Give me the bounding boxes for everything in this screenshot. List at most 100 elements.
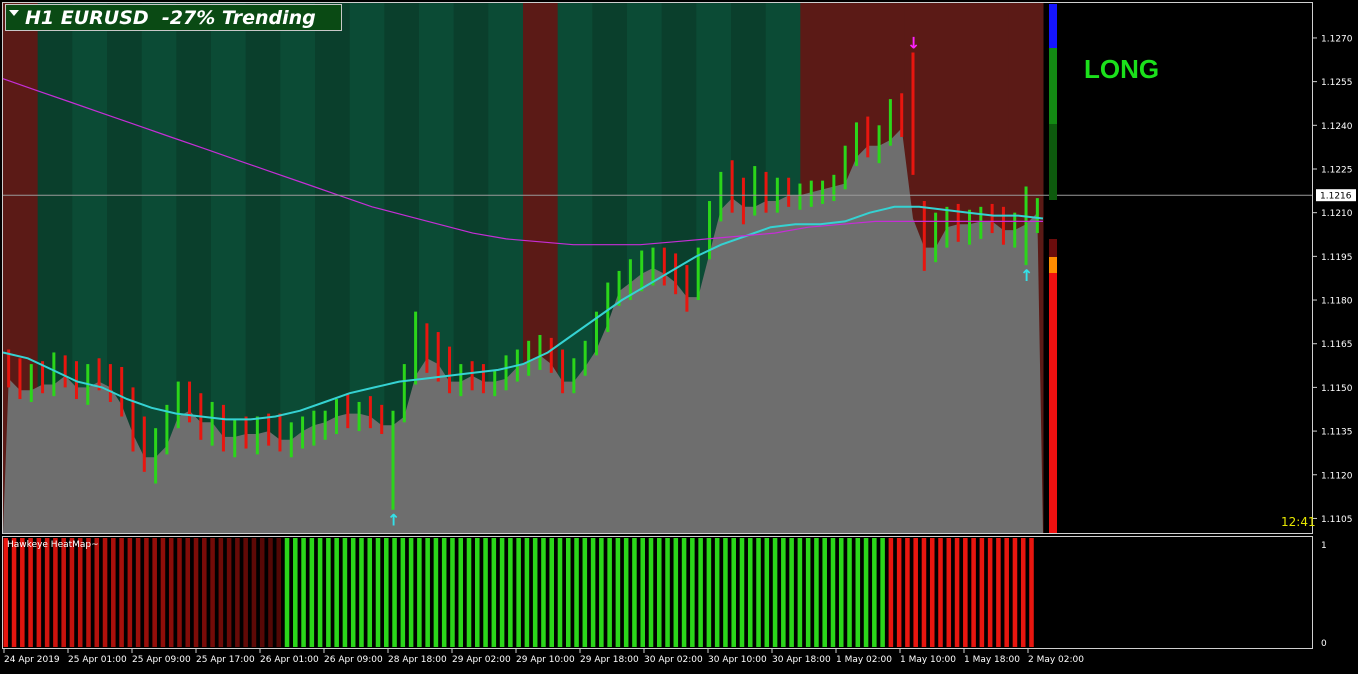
heatmap-bar-red bbox=[218, 538, 224, 647]
indicator-label: Hawkeye HeatMap~ bbox=[7, 540, 99, 550]
heatmap-bar-green bbox=[632, 538, 637, 647]
meter-green-segment bbox=[1049, 48, 1057, 124]
heatmap-bar-green bbox=[408, 538, 414, 647]
heatmap-bar-green bbox=[656, 538, 662, 647]
heatmap-bar-green bbox=[359, 538, 364, 647]
heatmap-bar-green bbox=[466, 538, 472, 647]
y-tick-label: 1.1270 bbox=[1321, 34, 1353, 44]
chart-title: H1 EURUSD -27% Trending bbox=[25, 6, 316, 29]
heatmap-bar-red bbox=[905, 538, 910, 647]
heatmap-bar-red bbox=[946, 538, 952, 647]
heatmap-bar-green bbox=[284, 538, 290, 647]
heatmap-bar-red bbox=[36, 538, 42, 647]
signal-label: LONG bbox=[1084, 54, 1160, 84]
heatmap-bar-green bbox=[384, 538, 389, 647]
y-tick-label: 1.1255 bbox=[1321, 78, 1353, 88]
heatmap-bar-red bbox=[888, 538, 894, 647]
heatmap-bar-green bbox=[665, 538, 670, 647]
bar-timer: 12:41 bbox=[1281, 515, 1316, 529]
heatmap-bar-green bbox=[317, 538, 323, 647]
y-tick-label: 1.1105 bbox=[1321, 515, 1353, 525]
heatmap-bar-green bbox=[326, 538, 331, 647]
heatmap-bar-green bbox=[764, 538, 770, 647]
heatmap-bar-green bbox=[541, 538, 546, 647]
heatmap-bar-green bbox=[574, 538, 579, 647]
indicator-tick-max: 1 bbox=[1321, 541, 1327, 551]
heatmap-bar-red bbox=[996, 538, 1001, 647]
heatmap-bar-green bbox=[714, 538, 720, 647]
x-tick-label: 30 Apr 10:00 bbox=[708, 655, 767, 665]
heatmap-bar-green bbox=[367, 538, 373, 647]
heatmap-bar-red bbox=[193, 538, 199, 647]
heatmap-bar-green bbox=[640, 538, 645, 647]
heatmap-bar-red bbox=[226, 538, 232, 647]
x-tick-label: 1 May 18:00 bbox=[964, 655, 1020, 665]
heatmap-bar-green bbox=[863, 538, 869, 647]
heatmap-bar-green bbox=[516, 538, 521, 647]
x-tick-label: 1 May 02:00 bbox=[836, 655, 892, 665]
heatmap-bar-green bbox=[301, 538, 306, 647]
collapse-triangle-icon[interactable] bbox=[9, 9, 19, 16]
heatmap-bar-red bbox=[971, 538, 976, 647]
heatmap-bar-green bbox=[309, 538, 315, 647]
heatmap-bar-green bbox=[822, 538, 827, 647]
heatmap-bar-green bbox=[532, 538, 538, 647]
heatmap-bar-green bbox=[293, 538, 298, 647]
heatmap-bar-red bbox=[913, 538, 918, 647]
price-chart[interactable]: 1.1270 1.1255 1.1240 1.1225 1.1210 1.1195 1.11… bbox=[0, 0, 1358, 670]
y-tick-label: 1.1135 bbox=[1321, 428, 1353, 438]
heatmap-bar-green bbox=[441, 538, 447, 647]
meter-orange-segment bbox=[1049, 257, 1057, 273]
heatmap-bar-green bbox=[334, 538, 339, 647]
heatmap-bar-green bbox=[698, 538, 703, 647]
x-tick-label: 29 Apr 18:00 bbox=[580, 655, 639, 665]
heatmap-bar-green bbox=[392, 538, 397, 647]
heatmap-bar-red bbox=[152, 538, 157, 647]
heatmap-bar-red bbox=[276, 538, 282, 647]
x-tick-label: 25 Apr 09:00 bbox=[132, 655, 191, 665]
heatmap-bar-red bbox=[1020, 538, 1026, 647]
heatmap-bar-red bbox=[111, 538, 116, 647]
heatmap-bar-green bbox=[623, 538, 629, 647]
heatmap-bar-green bbox=[549, 538, 555, 647]
heatmap-bar-green bbox=[814, 538, 819, 647]
heatmap-bar-green bbox=[475, 538, 480, 647]
heatmap-bar-green bbox=[590, 538, 596, 647]
meter-red-segment bbox=[1049, 273, 1057, 533]
heatmap-bar-red bbox=[20, 538, 25, 647]
heatmap-bar-red bbox=[896, 538, 902, 647]
x-tick-label: 30 Apr 18:00 bbox=[772, 655, 831, 665]
y-tick-label: 1.1225 bbox=[1321, 165, 1353, 175]
heatmap-bar-green bbox=[747, 538, 753, 647]
heatmap-bar-green bbox=[508, 538, 513, 647]
heatmap-bar-green bbox=[565, 538, 571, 647]
x-tick-label: 24 Apr 2019 bbox=[4, 655, 60, 665]
title-panel[interactable]: H1 EURUSD -27% Trending bbox=[5, 4, 342, 31]
heatmap-bar-green bbox=[615, 538, 621, 647]
meter-darkgreen-segment bbox=[1049, 124, 1057, 200]
heatmap-bar-green bbox=[690, 538, 695, 647]
x-tick-label: 29 Apr 02:00 bbox=[452, 655, 511, 665]
indicator-tick-min: 0 bbox=[1321, 639, 1327, 649]
heatmap-bar-red bbox=[202, 538, 207, 647]
heatmap-bar-red bbox=[3, 538, 9, 647]
up-arrow-icon: ↑ bbox=[387, 511, 400, 530]
heatmap-bar-green bbox=[342, 538, 348, 647]
heatmap-bar-green bbox=[557, 538, 563, 647]
meter-darkred-segment bbox=[1049, 239, 1057, 257]
heatmap-bar-green bbox=[880, 538, 885, 647]
y-tick-label: 1.1240 bbox=[1321, 122, 1353, 132]
x-tick-label: 26 Apr 09:00 bbox=[324, 655, 383, 665]
heatmap-bar-green bbox=[499, 538, 505, 647]
heatmap-bar-green bbox=[872, 538, 877, 647]
x-tick-label: 29 Apr 10:00 bbox=[516, 655, 575, 665]
heatmap-bar-red bbox=[135, 538, 141, 647]
heatmap-bar-green bbox=[433, 538, 439, 647]
heatmap-bar-red bbox=[954, 538, 960, 647]
heatmap-bar-green bbox=[830, 538, 836, 647]
heatmap-bar-green bbox=[458, 538, 464, 647]
heatmap-bar-red bbox=[1029, 538, 1034, 647]
heatmap-bar-green bbox=[681, 538, 687, 647]
heatmap-bar-green bbox=[731, 538, 736, 647]
heatmap-bar-red bbox=[102, 538, 108, 647]
